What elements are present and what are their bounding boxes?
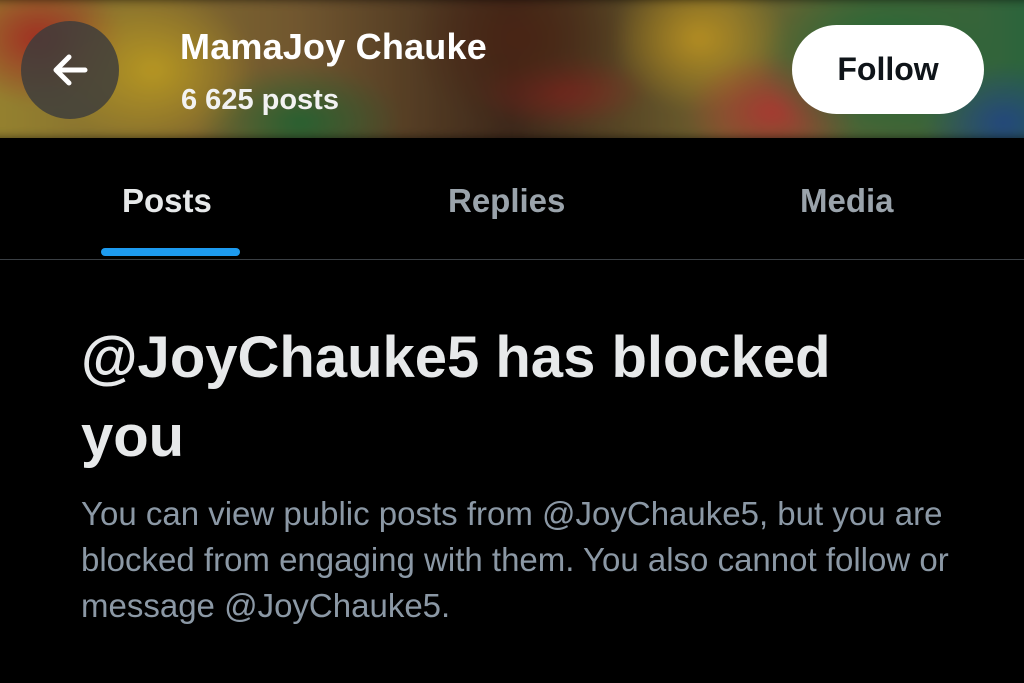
tab-posts[interactable]: Posts — [122, 182, 212, 220]
back-button[interactable] — [21, 21, 119, 119]
tab-replies[interactable]: Replies — [448, 182, 565, 220]
profile-header: MamaJoy Chauke 6 625 posts Follow — [0, 0, 1024, 138]
arrow-left-icon — [53, 54, 88, 86]
profile-screen: MamaJoy Chauke 6 625 posts Follow Posts … — [0, 0, 1024, 683]
blocked-message: You can view public posts from @JoyChauk… — [81, 495, 949, 624]
active-tab-indicator — [101, 248, 240, 256]
profile-tabs: Posts Replies Media — [0, 138, 1024, 260]
tab-media[interactable]: Media — [800, 182, 894, 220]
follow-button[interactable]: Follow — [792, 25, 984, 114]
post-count: 6 625 posts — [181, 84, 339, 116]
blocked-title: @JoyChauke5 has blocked you — [81, 325, 831, 469]
profile-name: MamaJoy Chauke — [180, 26, 487, 67]
